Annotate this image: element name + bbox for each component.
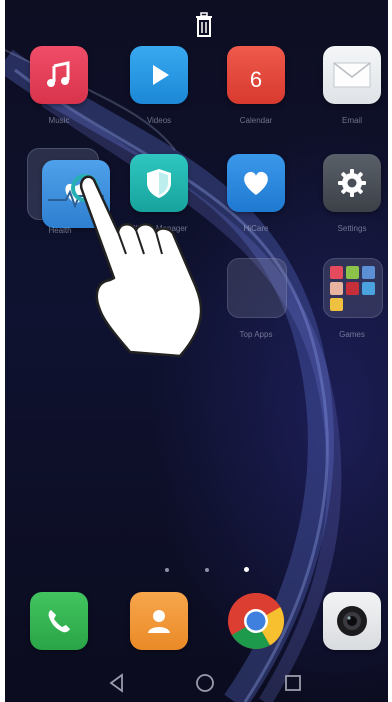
games-folder-icon[interactable] [323, 258, 383, 318]
calendar-app-icon[interactable]: 6 [227, 46, 285, 104]
email-label: Email [341, 116, 362, 125]
back-icon[interactable] [106, 672, 128, 694]
videos-app-icon[interactable] [130, 46, 188, 104]
trash-icon[interactable] [193, 12, 215, 38]
shield-icon [147, 169, 171, 198]
videos-label: Videos [146, 116, 172, 125]
contacts-app-icon[interactable] [130, 592, 188, 650]
gear-icon [338, 169, 366, 197]
music-label: Music [48, 116, 70, 125]
email-app-icon[interactable] [323, 46, 381, 104]
recents-icon[interactable] [282, 672, 304, 694]
health-app-icon[interactable] [42, 160, 110, 228]
heart-pulse-icon [48, 183, 104, 209]
contacts-icon [148, 610, 170, 633]
heart-icon [244, 171, 268, 195]
page-dot-2[interactable] [205, 568, 209, 572]
page-dot-3[interactable] [244, 567, 249, 572]
phone-icon [48, 610, 70, 633]
navigation-bar [5, 662, 388, 702]
home-icon[interactable] [194, 672, 216, 694]
music-app-icon[interactable] [30, 46, 88, 104]
folder-icon [330, 266, 375, 311]
envelope-icon [333, 62, 371, 88]
camera-app-icon[interactable] [323, 592, 381, 650]
settings-label: Settings [337, 224, 367, 233]
phone-manager-label: Phone Manager [130, 224, 188, 233]
chrome-icon [228, 592, 285, 650]
music-note-icon [47, 61, 70, 87]
play-icon [153, 65, 169, 85]
phone-app-icon[interactable] [30, 592, 88, 650]
page-indicator [165, 567, 255, 576]
home-screen: Music Videos 6 Calendar Email Health Pho… [5, 0, 388, 702]
health-label: Health [48, 226, 72, 235]
phone-manager-app-icon[interactable] [130, 154, 188, 212]
chrome-app-icon[interactable] [227, 592, 285, 650]
top-apps-folder-icon[interactable] [227, 258, 287, 318]
top-apps-label: Top Apps [239, 330, 273, 339]
page-dot-1[interactable] [165, 568, 169, 572]
hicare-app-icon[interactable] [227, 154, 285, 212]
calendar-date: 6 [249, 67, 263, 92]
camera-icon [337, 606, 367, 636]
games-label: Games [339, 330, 365, 339]
hicare-label: HiCare [243, 224, 269, 233]
calendar-label: Calendar [239, 116, 273, 125]
settings-app-icon[interactable] [323, 154, 381, 212]
